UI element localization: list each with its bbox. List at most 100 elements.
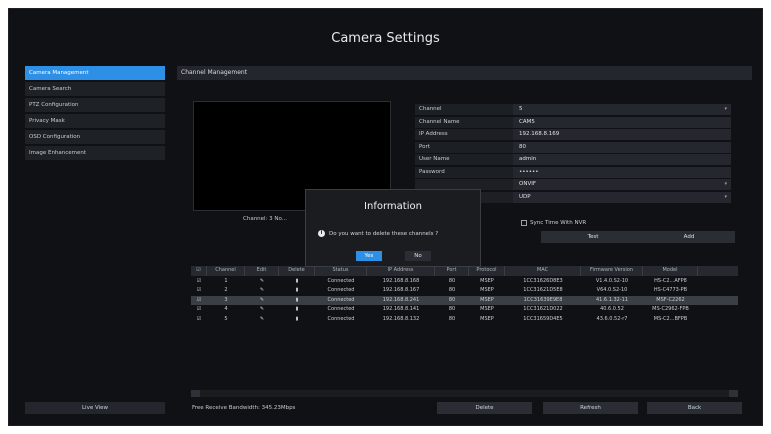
cell-ip: 192.168.8.167 — [382, 287, 420, 293]
table-row-selected[interactable]: ☑ 3 ✎ ▮ Connected 192.168.8.241 80 MSEP … — [191, 295, 738, 306]
column-header[interactable]: Firmware Version — [581, 266, 643, 276]
channel-name-field[interactable]: CAM5 — [513, 116, 731, 128]
trash-icon[interactable]: ▮ — [279, 277, 315, 287]
row-checkbox[interactable]: ☑ — [191, 305, 207, 315]
bottom-bar: Live View Free Receive Bandwidth: 345.23… — [25, 402, 752, 414]
cell-channel: 1 — [224, 277, 228, 284]
form-label: Password — [415, 166, 513, 178]
form-row-ip-address: IP Address 192.168.8.169 — [415, 129, 731, 140]
cell-protocol: MSEP — [480, 315, 494, 322]
form-label: IP Address — [415, 129, 513, 140]
sidebar-item-camera-management[interactable]: Camera Management — [25, 66, 165, 80]
sidebar-item-osd-configuration[interactable]: OSD Configuration — [25, 130, 165, 144]
edit-icon[interactable]: ✎ — [245, 277, 279, 287]
info-icon: i — [318, 230, 325, 237]
column-header[interactable]: Port — [435, 266, 469, 276]
ip-address-field[interactable]: 192.168.8.169 — [513, 129, 731, 140]
edit-icon[interactable]: ✎ — [245, 296, 279, 306]
horizontal-scrollbar[interactable] — [191, 390, 738, 397]
cell-channel: 2 — [224, 287, 228, 293]
yes-button[interactable]: Yes — [356, 251, 382, 261]
chevron-down-icon: ▾ — [724, 106, 727, 112]
cell-protocol: MSEP — [480, 306, 494, 312]
cell-model: MS-C2962-FPB — [652, 306, 689, 312]
dialog-message-row: i Do you want to delete these channels ? — [318, 230, 438, 237]
cell-ip: 192.168.8.132 — [382, 315, 420, 322]
form-row-password: Password •••••• — [415, 166, 731, 178]
cell-mac: 1CC31621D5E8 — [523, 287, 563, 293]
sidebar-item-camera-search[interactable]: Camera Search — [25, 82, 165, 96]
sync-time-checkbox[interactable] — [521, 220, 527, 226]
cell-status: Connected — [327, 315, 355, 322]
transport-select[interactable]: UDP ▾ — [513, 191, 731, 203]
cell-model: HS-C4773-PB — [653, 287, 688, 293]
edit-icon[interactable]: ✎ — [245, 286, 279, 296]
password-field[interactable]: •••••• — [513, 166, 731, 178]
cell-ip: 192.168.8.241 — [382, 296, 420, 303]
cell-mac: 1CC31659D4E5 — [523, 315, 563, 322]
form-value: UDP — [519, 193, 531, 200]
user-name-field[interactable]: admin — [513, 154, 731, 165]
cell-port: 80 — [448, 287, 456, 293]
scroll-right-handle[interactable] — [729, 390, 738, 397]
cell-channel: 3 — [224, 296, 228, 303]
sidebar-item-image-enhancement[interactable]: Image Enhancement — [25, 146, 165, 160]
column-header[interactable]: Channel — [207, 266, 245, 276]
chevron-down-icon: ▾ — [724, 181, 727, 187]
cell-port: 80 — [448, 277, 456, 284]
column-header[interactable]: IP Address — [367, 266, 435, 276]
row-checkbox[interactable]: ☑ — [191, 286, 207, 296]
column-header[interactable]: Edit — [245, 266, 279, 276]
cell-protocol: MSEP — [480, 296, 494, 303]
form-row-channel-name: Channel Name CAM5 — [415, 116, 731, 128]
row-checkbox[interactable]: ☑ — [191, 277, 207, 287]
column-header[interactable]: Protocol — [469, 266, 505, 276]
form-value: ONVIF — [519, 181, 536, 187]
cell-protocol: MSEP — [480, 287, 494, 293]
row-checkbox[interactable]: ☑ — [191, 315, 207, 325]
sidebar-item-ptz-configuration[interactable]: PTZ Configuration — [25, 98, 165, 112]
port-field[interactable]: 80 — [513, 141, 731, 153]
delete-button[interactable]: Delete — [437, 402, 532, 414]
cell-firmware: V64.0.S2-10 — [596, 287, 628, 293]
channel-table: ☑ Channel Edit Delete Status IP Address … — [191, 266, 738, 324]
cell-mac: 1CC31626D8E3 — [523, 277, 563, 284]
table-row[interactable]: ☑ 2 ✎ ▮ Connected 192.168.8.167 80 MSEP … — [191, 286, 738, 296]
column-header[interactable]: MAC — [505, 266, 581, 276]
trash-icon[interactable]: ▮ — [279, 286, 315, 296]
column-header[interactable]: Model — [643, 266, 698, 276]
add-button[interactable]: Add — [643, 231, 735, 243]
refresh-button[interactable]: Refresh — [543, 402, 638, 414]
test-button[interactable]: Test — [541, 231, 645, 243]
channel-select[interactable]: 5 ▾ — [513, 104, 731, 115]
column-header[interactable]: Delete — [279, 266, 315, 276]
no-button[interactable]: No — [405, 251, 431, 261]
table-row[interactable]: ☑ 1 ✎ ▮ Connected 192.168.8.168 80 MSEP … — [191, 277, 738, 287]
cell-port: 80 — [448, 296, 456, 303]
cell-model: MSF-C2262 — [656, 296, 685, 303]
scroll-left-handle[interactable] — [191, 390, 200, 397]
cell-status: Connected — [327, 287, 355, 293]
cell-model: MS-C2...BFPB — [653, 315, 688, 322]
back-button[interactable]: Back — [647, 402, 742, 414]
cell-firmware: 41.6.1.32-11 — [595, 296, 629, 303]
trash-icon[interactable]: ▮ — [279, 305, 315, 315]
cell-port: 80 — [448, 306, 456, 312]
sidebar: Camera Management Camera Search PTZ Conf… — [25, 66, 165, 162]
edit-icon[interactable]: ✎ — [245, 315, 279, 325]
trash-icon[interactable]: ▮ — [279, 315, 315, 325]
column-header[interactable]: Status — [315, 266, 367, 276]
table-row[interactable]: ☑ 4 ✎ ▮ Connected 192.168.8.141 80 MSEP … — [191, 305, 738, 315]
sidebar-item-privacy-mask[interactable]: Privacy Mask — [25, 114, 165, 128]
table-row[interactable]: ☑ 5 ✎ ▮ Connected 192.168.8.132 80 MSEP … — [191, 315, 738, 325]
edit-icon[interactable]: ✎ — [245, 305, 279, 315]
row-checkbox[interactable]: ☑ — [191, 296, 207, 306]
content-header: Channel Management — [177, 66, 752, 80]
cell-protocol: MSEP — [480, 277, 494, 284]
live-view-button[interactable]: Live View — [25, 402, 165, 414]
protocol-select[interactable]: ONVIF ▾ — [513, 179, 731, 190]
trash-icon[interactable]: ▮ — [279, 296, 315, 306]
camera-settings-screen: Camera Settings Camera Management Camera… — [8, 8, 763, 426]
select-all-checkbox[interactable]: ☑ — [191, 266, 207, 276]
chevron-down-icon: ▾ — [724, 193, 727, 200]
